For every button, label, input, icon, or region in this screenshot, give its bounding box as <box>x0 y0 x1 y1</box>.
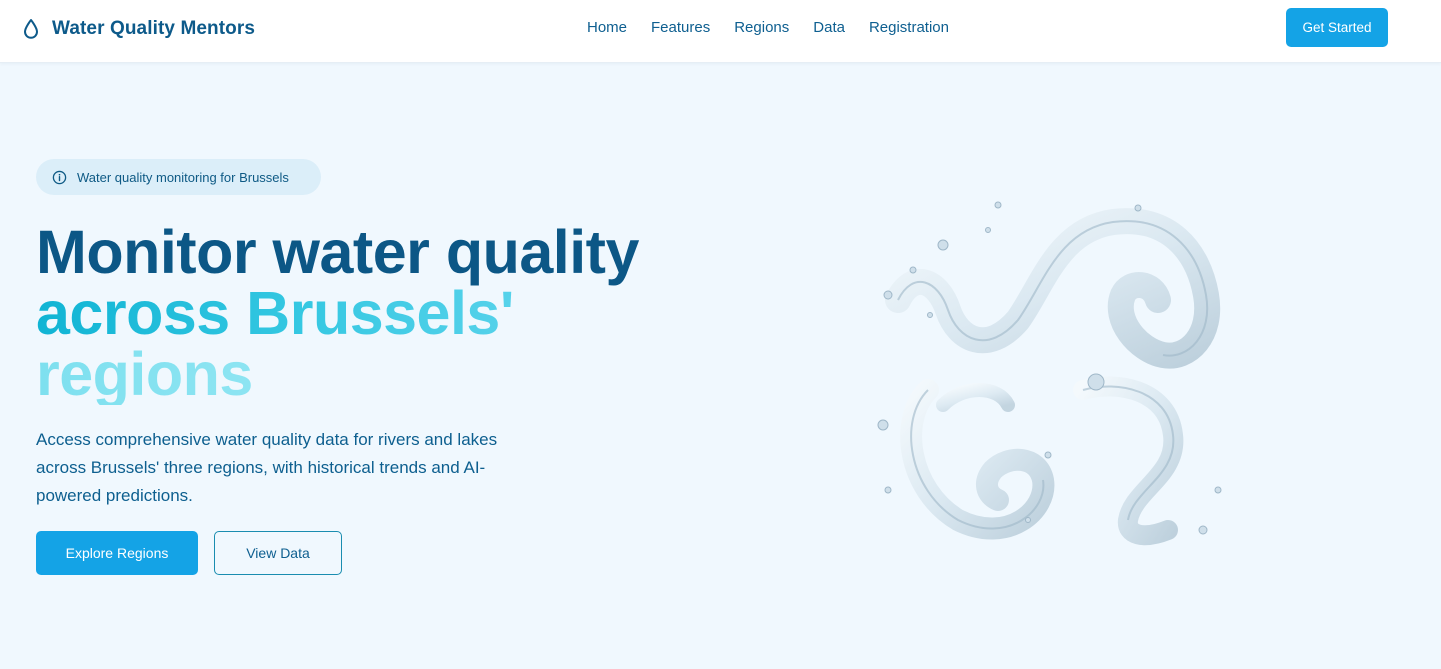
brand-name: Water Quality Mentors <box>52 18 256 39</box>
brand[interactable]: Water Quality Mentors <box>22 15 255 43</box>
hero-headline: Monitor water quality across Brussels' r… <box>36 222 639 405</box>
badge-text: Water quality monitoring for Brussels <box>77 169 289 185</box>
nav-regions[interactable]: Regions <box>734 18 789 38</box>
hero-description: Access comprehensive water quality data … <box>36 430 498 505</box>
explore-regions-button[interactable]: Explore Regions <box>36 531 198 575</box>
headline-line-3: regions <box>36 344 639 405</box>
info-icon <box>52 170 67 184</box>
water-drop-icon <box>24 19 38 39</box>
view-data-button[interactable]: View Data <box>214 531 342 575</box>
main-nav: Home Features Regions Data Registration <box>587 18 973 38</box>
site-header: Water Quality Mentors Home Features Regi… <box>0 0 1441 63</box>
hero-badge: Water quality monitoring for Brussels <box>36 159 321 195</box>
water-splash-illustration <box>877 201 1222 546</box>
nav-registration[interactable]: Registration <box>869 18 949 38</box>
nav-home[interactable]: Home <box>587 18 627 38</box>
nav-features[interactable]: Features <box>651 18 710 38</box>
headline-line-2: across Brussels' <box>36 283 639 344</box>
headline-line-1: Monitor water quality <box>36 218 639 286</box>
get-started-button[interactable]: Get Started <box>1286 8 1388 47</box>
nav-data[interactable]: Data <box>813 18 845 38</box>
